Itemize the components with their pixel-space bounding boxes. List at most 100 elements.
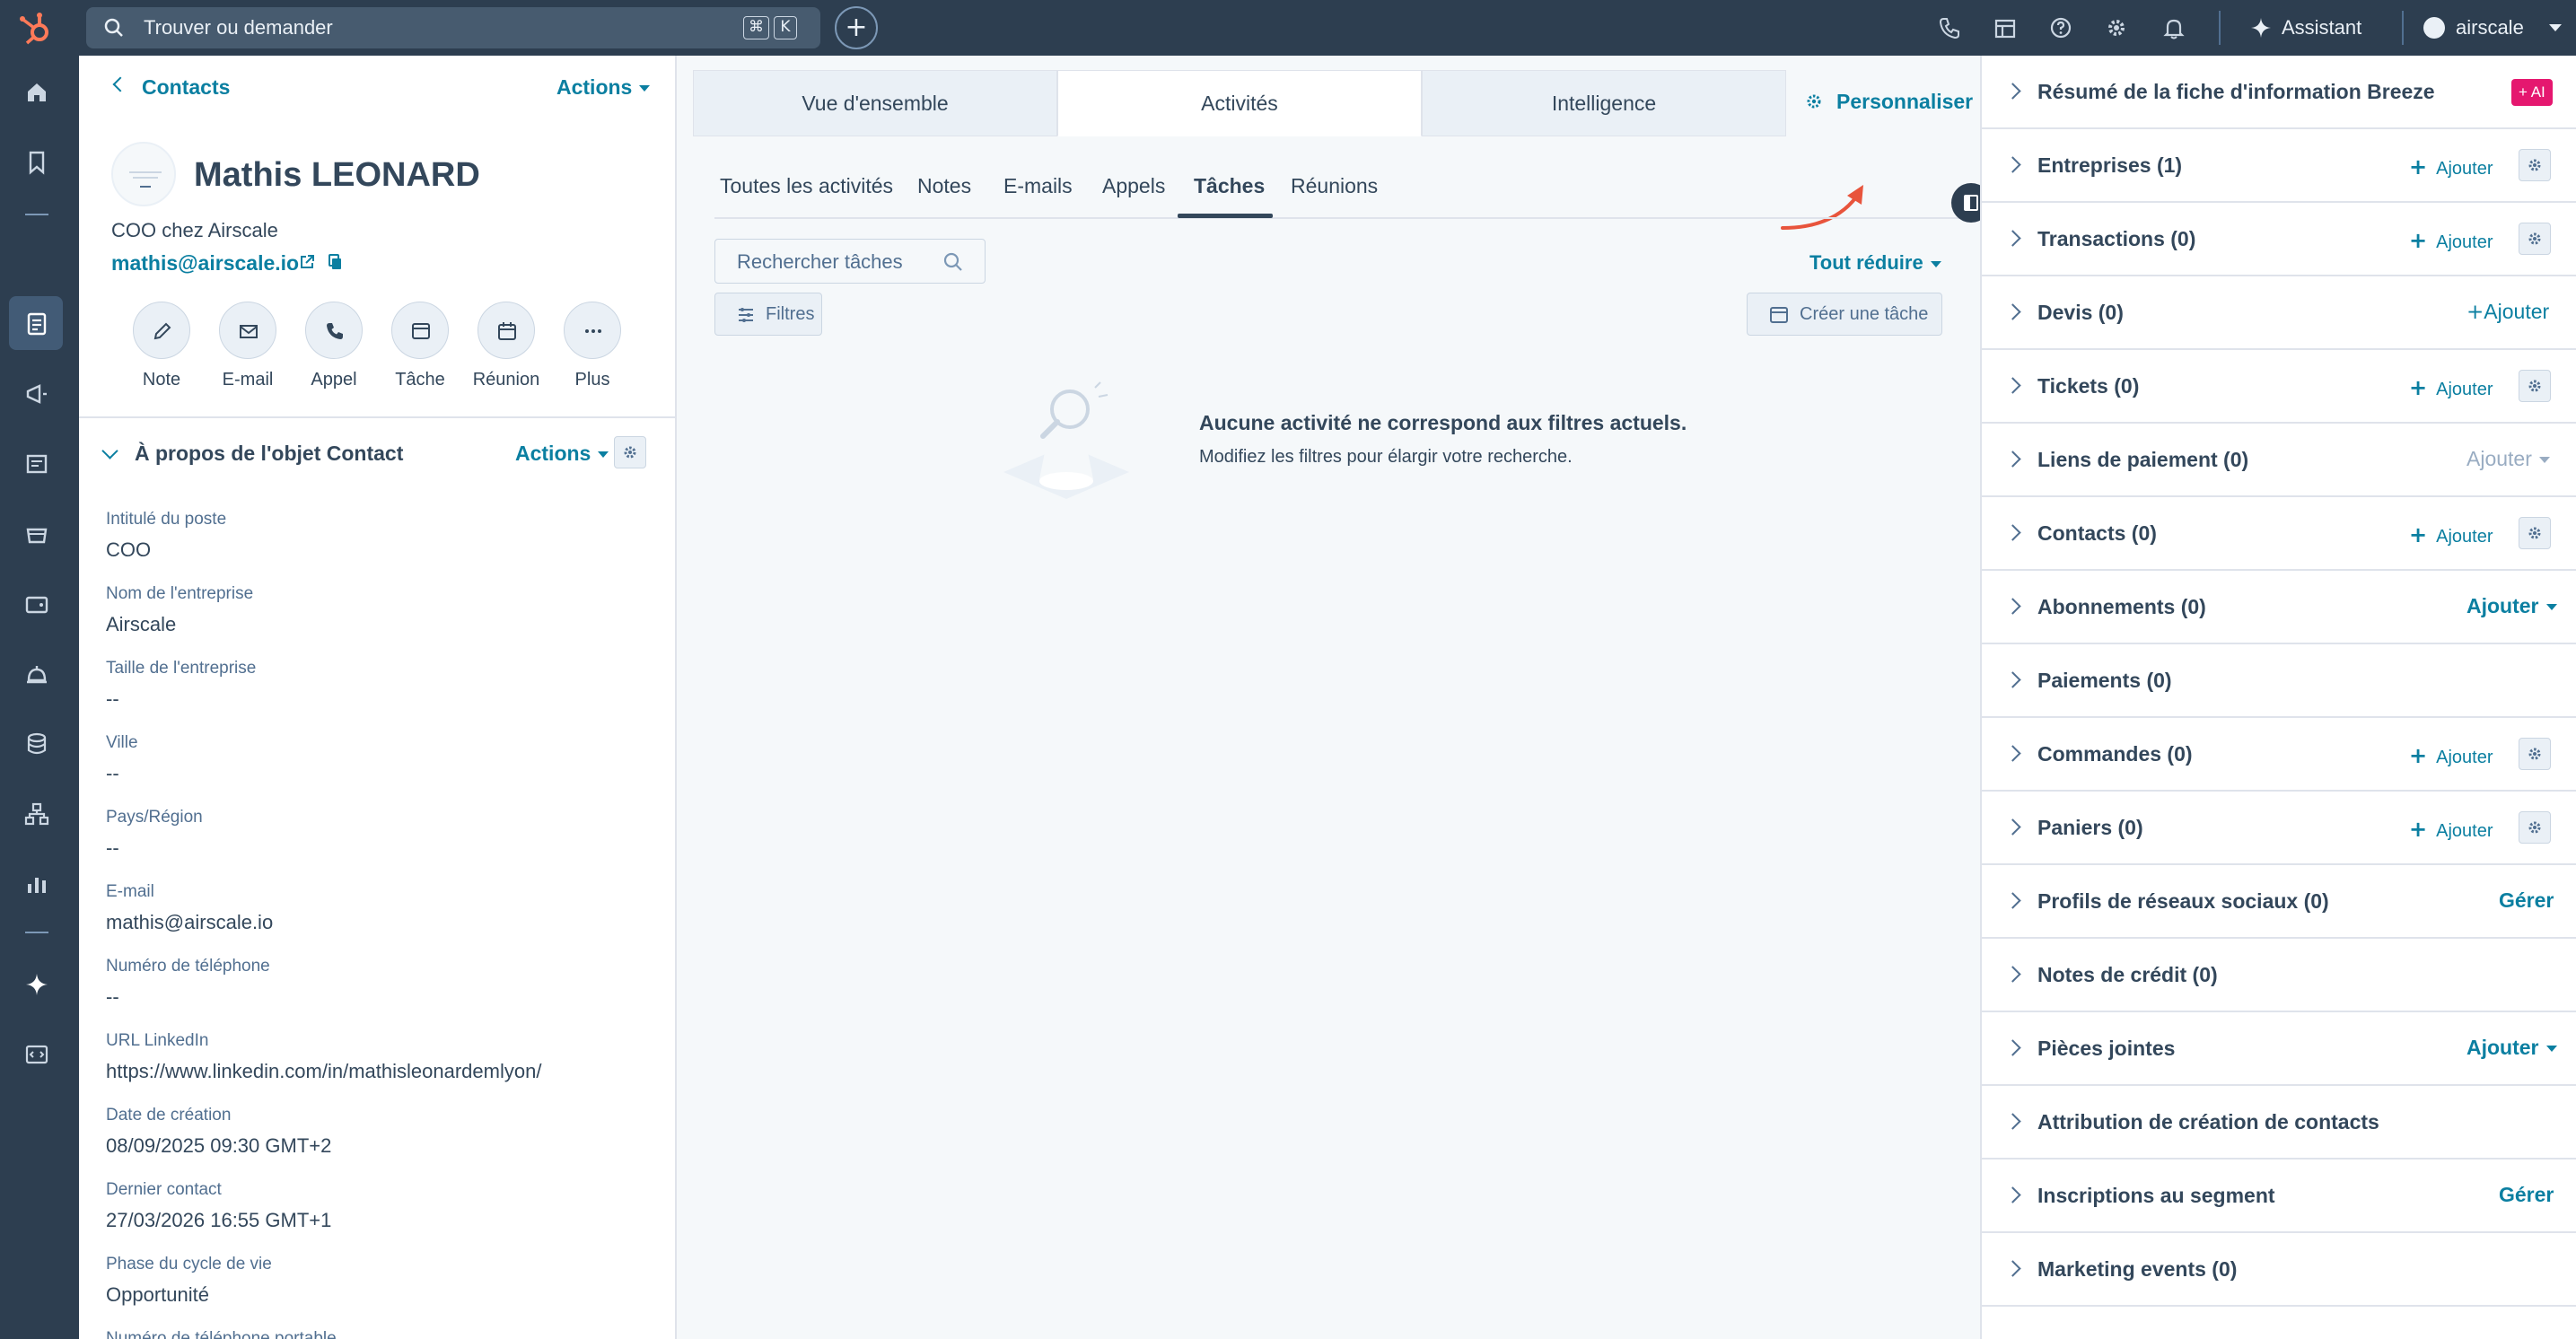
about-actions-dropdown[interactable]: Actions: [515, 442, 609, 466]
property-country[interactable]: Pays/Région --: [106, 808, 203, 860]
card-payment-links[interactable]: Liens de paiement (0) Ajouter: [1982, 424, 2576, 497]
external-link-icon[interactable]: [298, 253, 316, 271]
add-company-button[interactable]: + Ajouter: [2409, 154, 2493, 179]
automation-icon[interactable]: [23, 801, 50, 827]
subtab-all-activities[interactable]: Toutes les activités: [720, 174, 893, 198]
content-icon[interactable]: [23, 451, 50, 477]
collapse-all-dropdown[interactable]: Tout réduire: [1809, 251, 1941, 275]
property-value[interactable]: https://www.linkedin.com/in/mathisleonar…: [106, 1060, 541, 1083]
breeze-icon[interactable]: [23, 971, 50, 998]
service-icon[interactable]: [23, 661, 50, 687]
card-quotes[interactable]: Devis (0) +Ajouter: [1982, 276, 2576, 350]
about-settings-button[interactable]: [614, 436, 646, 468]
property-value[interactable]: --: [106, 762, 138, 785]
card-social-profiles[interactable]: Profils de réseaux sociaux (0) Gérer: [1982, 865, 2576, 939]
card-deals[interactable]: Transactions (0) + Ajouter: [1982, 203, 2576, 276]
meeting-action-button[interactable]: Réunion: [470, 302, 542, 390]
notifications-icon[interactable]: [2161, 15, 2186, 40]
phone-icon[interactable]: [1937, 15, 1962, 40]
global-search-input[interactable]: Trouver ou demander ⌘ K: [86, 7, 820, 48]
home-icon[interactable]: [23, 79, 50, 106]
contacts-icon[interactable]: [23, 311, 50, 337]
property-lifecycle-stage[interactable]: Phase du cycle de vie Opportunité: [106, 1255, 272, 1307]
property-value[interactable]: 27/03/2026 16:55 GMT+1: [106, 1209, 331, 1232]
card-carts[interactable]: Paniers (0) + Ajouter: [1982, 792, 2576, 865]
subtab-emails[interactable]: E-mails: [1003, 174, 1073, 198]
chevron-down-icon[interactable]: [101, 442, 118, 459]
property-value[interactable]: --: [106, 687, 256, 711]
task-search-input[interactable]: Rechercher tâches: [714, 239, 986, 284]
card-settings-button[interactable]: [2519, 223, 2551, 255]
property-value[interactable]: COO: [106, 538, 226, 562]
add-payment-link-dropdown[interactable]: Ajouter: [2466, 447, 2550, 471]
card-payments[interactable]: Paiements (0): [1982, 644, 2576, 718]
card-settings-button[interactable]: [2519, 738, 2551, 770]
filters-button[interactable]: Filtres: [714, 293, 822, 336]
marketplace-icon[interactable]: [1993, 15, 2018, 40]
card-contacts[interactable]: Contacts (0) + Ajouter: [1982, 497, 2576, 571]
sales-icon[interactable]: [23, 591, 50, 617]
add-attachment-dropdown[interactable]: Ajouter: [2466, 1036, 2557, 1060]
note-action-button[interactable]: Note: [126, 302, 197, 390]
property-mobile-phone[interactable]: Numéro de téléphone portable: [106, 1329, 337, 1339]
property-job-title[interactable]: Intitulé du poste COO: [106, 510, 226, 562]
call-action-button[interactable]: Appel: [298, 302, 370, 390]
card-settings-button[interactable]: [2519, 517, 2551, 549]
tab-intelligence[interactable]: Intelligence: [1422, 70, 1786, 136]
property-value[interactable]: --: [106, 836, 203, 860]
add-subscription-dropdown[interactable]: Ajouter: [2466, 594, 2557, 618]
create-task-button[interactable]: Créer une tâche: [1747, 293, 1942, 336]
subtab-meetings[interactable]: Réunions: [1291, 174, 1378, 198]
property-last-contacted[interactable]: Dernier contact 27/03/2026 16:55 GMT+1: [106, 1180, 331, 1232]
add-contact-button[interactable]: + Ajouter: [2409, 522, 2493, 547]
card-settings-button[interactable]: [2519, 811, 2551, 844]
subtab-tasks[interactable]: Tâches: [1194, 174, 1265, 198]
data-icon[interactable]: [23, 731, 50, 757]
property-email[interactable]: E-mail mathis@airscale.io: [106, 882, 273, 934]
card-marketing-events[interactable]: Marketing events (0): [1982, 1233, 2576, 1307]
add-order-button[interactable]: + Ajouter: [2409, 743, 2493, 768]
hubspot-logo-icon[interactable]: [18, 11, 54, 47]
property-phone[interactable]: Numéro de téléphone --: [106, 957, 270, 1009]
card-orders[interactable]: Commandes (0) + Ajouter: [1982, 718, 2576, 792]
card-contact-creation-attribution[interactable]: Attribution de création de contacts: [1982, 1086, 2576, 1160]
property-value[interactable]: Opportunité: [106, 1283, 272, 1307]
card-credit-notes[interactable]: Notes de crédit (0): [1982, 939, 2576, 1012]
property-value[interactable]: Airscale: [106, 613, 253, 636]
card-settings-button[interactable]: [2519, 370, 2551, 402]
card-breeze-summary[interactable]: Résumé de la fiche d'information Breeze …: [1982, 56, 2576, 129]
more-action-button[interactable]: Plus: [556, 302, 628, 390]
help-icon[interactable]: [2048, 15, 2073, 40]
manage-segments-button[interactable]: Gérer: [2499, 1183, 2554, 1207]
manage-social-profiles-button[interactable]: Gérer: [2499, 888, 2554, 913]
email-action-button[interactable]: E-mail: [212, 302, 284, 390]
property-company-size[interactable]: Taille de l'entreprise --: [106, 659, 256, 711]
bookmark-icon[interactable]: [23, 149, 50, 176]
about-section-title[interactable]: À propos de l'objet Contact: [135, 442, 403, 466]
tab-overview[interactable]: Vue d'ensemble: [693, 70, 1057, 136]
ai-badge[interactable]: + AI: [2511, 79, 2553, 106]
commerce-icon[interactable]: [23, 521, 50, 547]
add-deal-button[interactable]: + Ajouter: [2409, 228, 2493, 253]
task-action-button[interactable]: Tâche: [384, 302, 456, 390]
quick-create-button[interactable]: +: [835, 6, 878, 49]
contact-email-link[interactable]: mathis@airscale.io: [111, 251, 299, 276]
subtab-calls[interactable]: Appels: [1102, 174, 1165, 198]
card-companies[interactable]: Entreprises (1) + Ajouter: [1982, 129, 2576, 203]
property-value[interactable]: mathis@airscale.io: [106, 911, 273, 934]
card-attachments[interactable]: Pièces jointes Ajouter: [1982, 1012, 2576, 1086]
add-quote-button[interactable]: +Ajouter: [2466, 300, 2549, 324]
add-ticket-button[interactable]: + Ajouter: [2409, 375, 2493, 400]
add-cart-button[interactable]: + Ajouter: [2409, 817, 2493, 842]
property-value[interactable]: 08/09/2025 09:30 GMT+2: [106, 1134, 331, 1158]
property-linkedin-url[interactable]: URL LinkedIn https://www.linkedin.com/in…: [106, 1031, 541, 1083]
settings-icon[interactable]: [2104, 15, 2129, 40]
card-tickets[interactable]: Tickets (0) + Ajouter: [1982, 350, 2576, 424]
card-settings-button[interactable]: [2519, 149, 2551, 181]
property-create-date[interactable]: Date de création 08/09/2025 09:30 GMT+2: [106, 1106, 331, 1158]
card-segment-memberships[interactable]: Inscriptions au segment Gérer: [1982, 1160, 2576, 1233]
subtab-notes[interactable]: Notes: [917, 174, 971, 198]
developer-icon[interactable]: [23, 1041, 50, 1068]
copy-icon[interactable]: [327, 253, 345, 271]
contact-actions-dropdown[interactable]: Actions: [556, 75, 651, 100]
